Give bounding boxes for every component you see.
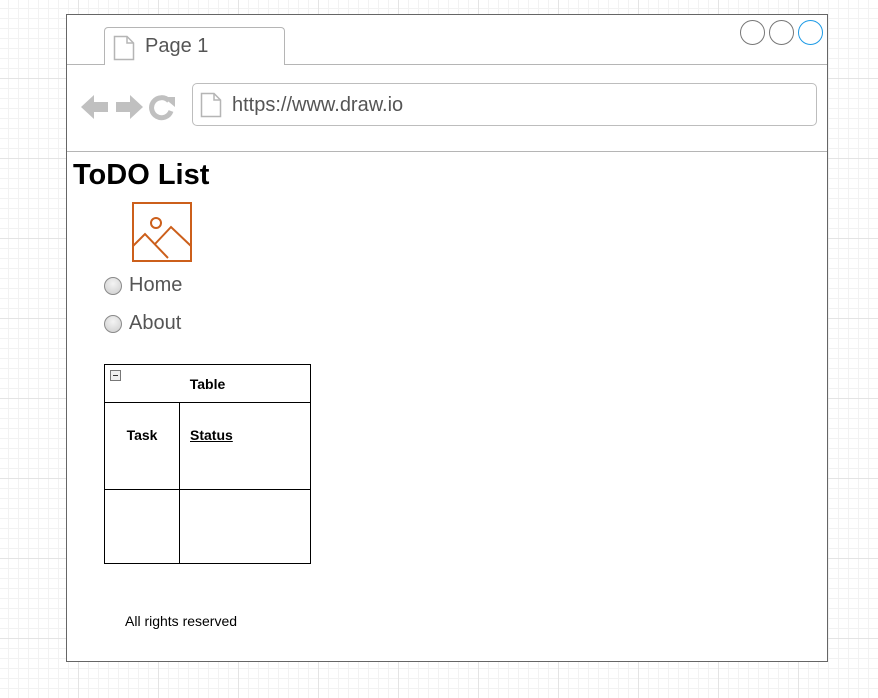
radio-label: Home [129,274,183,296]
image-placeholder-icon [132,202,192,262]
table-header: Table [105,365,310,403]
toolbar-divider [67,151,827,152]
browser-tab[interactable]: Page 1 [104,27,285,65]
todo-table: Table Task Status [104,364,311,564]
column-header-status: Status [190,427,233,443]
reload-icon[interactable] [148,93,176,121]
page-doc-icon [200,92,222,118]
radio-button[interactable] [104,314,122,333]
footer-text: All rights reserved [125,613,238,629]
table-title: Table [189,376,226,392]
radio-label: About [129,312,182,334]
close-button[interactable] [798,20,823,45]
maximize-button[interactable] [769,20,794,45]
table-row-divider [105,489,310,490]
table-column-divider [179,402,180,563]
column-header-task: Task [126,427,158,443]
page-doc-icon [113,35,135,61]
browser-window: Page 1 https://www.draw.io ToDO List Hom… [66,14,828,662]
navigation-buttons [80,93,176,121]
nav-radio-about[interactable]: About [104,312,181,335]
page-title: ToDO List [73,159,210,191]
forward-arrow-icon[interactable] [114,93,144,121]
back-arrow-icon[interactable] [80,93,110,121]
nav-radio-home[interactable]: Home [104,274,182,297]
window-controls [740,20,823,45]
tab-label: Page 1 [145,35,209,57]
address-bar[interactable]: https://www.draw.io [192,83,817,126]
url-text: https://www.draw.io [232,94,404,116]
radio-button[interactable] [104,276,122,295]
minimize-button[interactable] [740,20,765,45]
